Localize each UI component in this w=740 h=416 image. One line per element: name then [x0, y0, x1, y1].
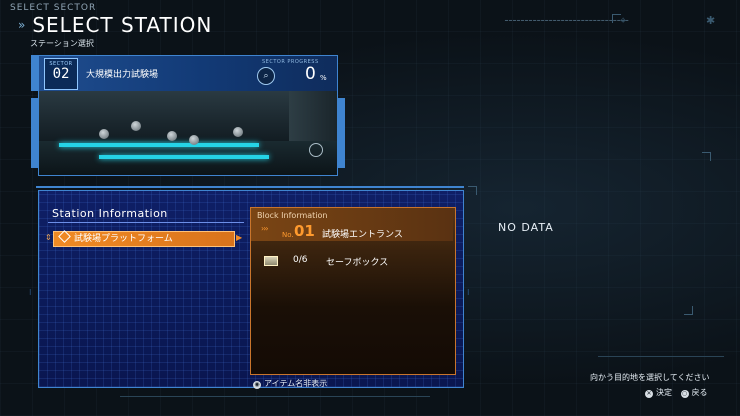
station-diamond-icon	[58, 230, 71, 243]
item-name: セーフボックス	[326, 258, 389, 268]
sector-preview-image	[38, 91, 338, 176]
sector-number-box: SECTOR 02	[44, 58, 78, 90]
triple-chevron-icon: ›››	[261, 224, 269, 233]
block-name: 試験場エントランス	[322, 230, 403, 240]
sector-progress-value: 0	[305, 64, 316, 84]
station-information-title: Station Information	[52, 207, 168, 220]
hud-bracket	[468, 186, 477, 195]
panel-side-marker: ⁝	[467, 288, 470, 297]
cross-button-icon: ✕	[645, 390, 653, 398]
preview-pod	[131, 121, 141, 131]
block-information-label: Block Information	[257, 211, 328, 220]
panel-side-marker: ⁝	[29, 288, 32, 297]
r3-button-icon: ◉	[253, 381, 261, 389]
control-hints: ✕ 決定 ○ 戻る	[645, 387, 711, 398]
hud-gear-icon: ✱	[706, 14, 716, 27]
preview-side-strip	[338, 98, 345, 168]
station-panel-topline	[36, 186, 464, 188]
hide-item-names-toggle[interactable]: ◉ アイテム名非表示	[253, 378, 327, 389]
circle-button-icon: ○	[680, 390, 689, 398]
breadcrumb-select-sector: SELECT SECTOR	[10, 3, 97, 13]
up-down-arrows-icon: ⇕	[45, 233, 52, 242]
back-hint[interactable]: 戻る	[692, 388, 708, 397]
preview-side-strip	[31, 98, 38, 168]
station-title-underline	[48, 222, 244, 223]
sector-number: 02	[52, 66, 70, 82]
preview-pod	[99, 129, 109, 139]
hide-item-names-label: アイテム名非表示	[264, 379, 328, 388]
page-subtitle-jp: ステーション選択	[30, 39, 94, 48]
item-count: 0/6	[293, 255, 308, 265]
preview-pod	[167, 131, 177, 141]
chevron-right-icon: ▶	[236, 233, 243, 242]
block-number: 01	[294, 222, 315, 240]
page-title: » SELECT STATION	[18, 13, 212, 37]
preview-emblem-icon	[309, 143, 323, 157]
hud-crosshair-icon: ⌖	[620, 14, 627, 27]
preview-pod	[189, 135, 199, 145]
hud-line	[598, 356, 724, 357]
search-icon[interactable]: ⌕	[257, 67, 275, 85]
station-list-item[interactable]: 試験場プラットフォーム	[53, 230, 235, 247]
chevron-right-icon: »	[18, 18, 27, 32]
preview-pod	[233, 127, 243, 137]
block-no-prefix: No.	[282, 231, 294, 239]
guide-text: 向かう目的地を選択してください	[590, 373, 710, 382]
confirm-hint[interactable]: 決定	[656, 388, 672, 397]
hud-deco-text: ━━━━━━━━━━━━━━━━━━━━━━━━━━━━━━━	[505, 18, 630, 24]
preview-light-beam	[99, 155, 269, 159]
hud-line	[120, 396, 430, 397]
sector-name: 大規模出力試験場	[86, 70, 159, 80]
page-title-text: SELECT STATION	[32, 13, 213, 37]
hud-bracket	[684, 306, 693, 315]
sector-side-strip	[31, 55, 38, 91]
preview-light-beam	[59, 143, 259, 147]
hud-bracket	[702, 152, 711, 161]
station-item-label: 試験場プラットフォーム	[74, 234, 173, 244]
safe-box-icon	[264, 256, 278, 266]
sector-progress-unit: %	[320, 74, 327, 82]
no-data-text: NO DATA	[498, 221, 554, 234]
